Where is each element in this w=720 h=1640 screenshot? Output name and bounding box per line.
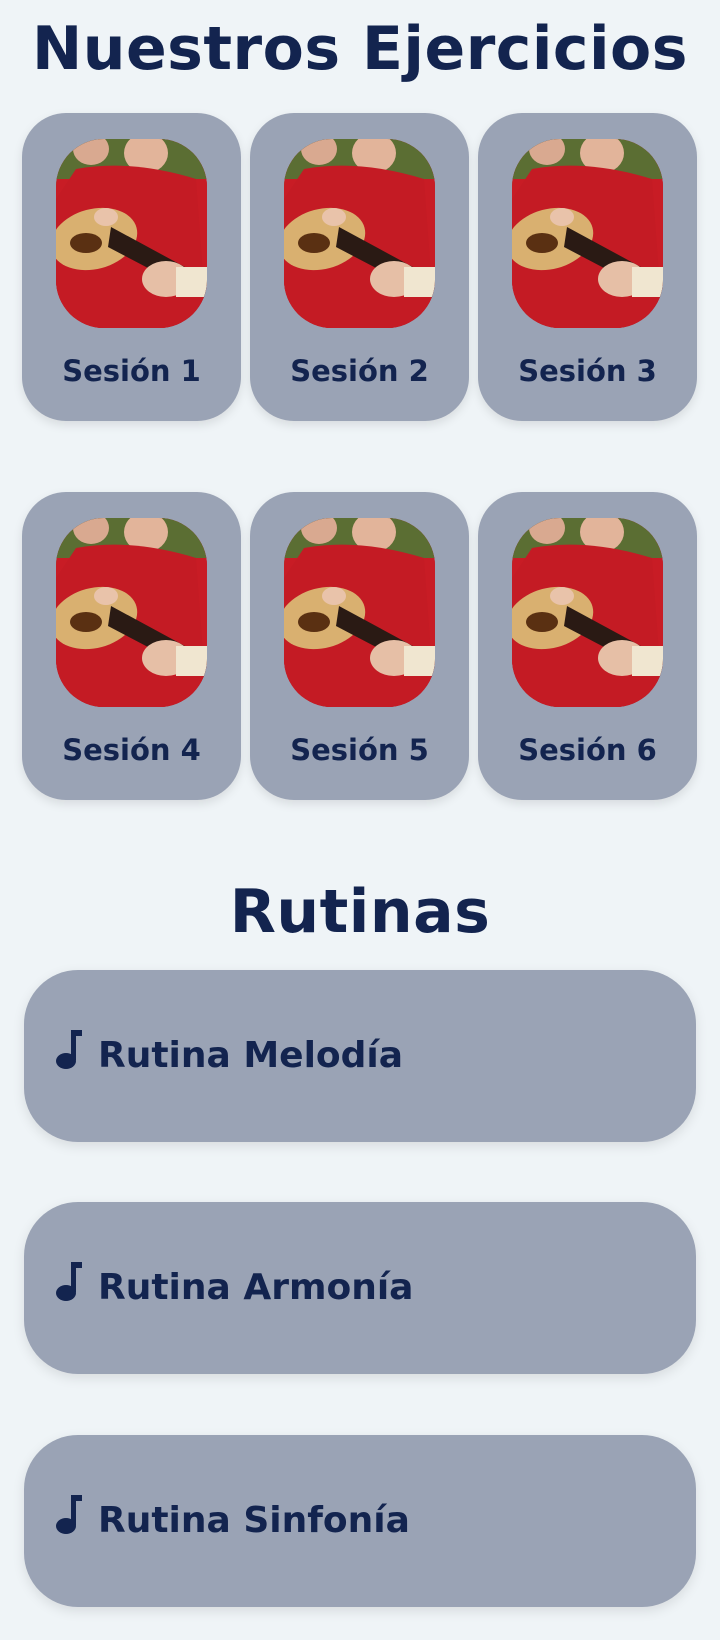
routine-label: Rutina Melodía [98,1035,404,1076]
guitar-photo [284,518,435,707]
session-label: Sesión 1 [62,354,201,388]
music-note-icon [56,1495,82,1534]
session-card-3[interactable]: Sesión 3 [478,113,697,421]
music-note-icon [56,1262,82,1301]
session-label: Sesión 5 [290,733,429,767]
session-card-5[interactable]: Sesión 5 [250,492,469,800]
guitar-photo [284,139,435,328]
session-card-1[interactable]: Sesión 1 [22,113,241,421]
section-title-rutinas: Rutinas [229,877,491,947]
routine-label: Rutina Armonía [98,1267,414,1308]
guitar-photo [56,139,207,328]
session-card-6[interactable]: Sesión 6 [478,492,697,800]
routine-sinfonia-button[interactable]: Rutina Sinfonía [24,1435,696,1607]
session-card-2[interactable]: Sesión 2 [250,113,469,421]
session-label: Sesión 2 [290,354,429,388]
guitar-photo [512,139,663,328]
routine-label: Rutina Sinfonía [98,1500,410,1541]
session-label: Sesión 6 [518,733,657,767]
music-note-icon [56,1030,82,1069]
routine-armonia-button[interactable]: Rutina Armonía [24,1202,696,1374]
session-card-4[interactable]: Sesión 4 [22,492,241,800]
routine-melodia-button[interactable]: Rutina Melodía [24,970,696,1142]
page-title: Nuestros Ejercicios [32,14,688,84]
guitar-photo [512,518,663,707]
guitar-photo [56,518,207,707]
session-label: Sesión 3 [518,354,657,388]
session-label: Sesión 4 [62,733,201,767]
